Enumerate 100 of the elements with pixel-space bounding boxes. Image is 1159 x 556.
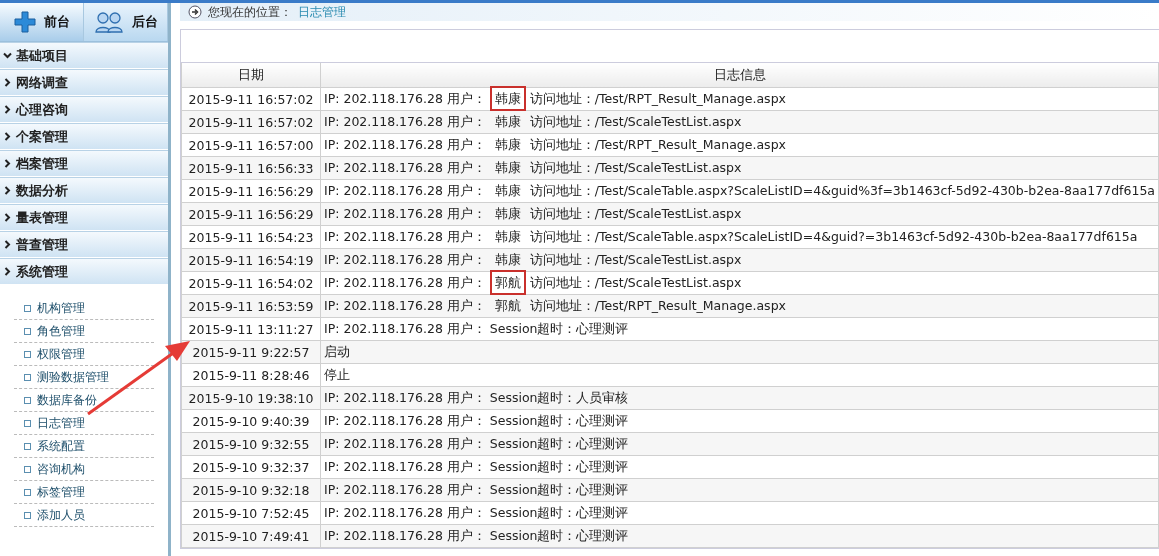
log-text: IP: 202.118.176.28 用户： — [324, 251, 486, 267]
chevron-right-icon — [3, 78, 12, 87]
submenu-item[interactable]: 角色管理 — [14, 320, 154, 343]
log-text: 访问地址：/Test/RPT_Result_Manage.aspx — [529, 90, 786, 106]
nav-tab[interactable]: 后台 — [84, 3, 168, 41]
log-text: 访问地址：/Test/ScaleTestList.aspx — [529, 159, 742, 175]
square-bullet-icon — [24, 304, 31, 312]
submenu-item[interactable]: 咨询机构 — [14, 458, 154, 481]
plus-icon — [13, 11, 36, 33]
user-name: 韩康 — [489, 85, 526, 111]
log-text: IP: 202.118.176.28 用户： — [324, 274, 486, 290]
log-text: 访问地址：/Test/ScaleTestList.aspx — [529, 205, 742, 221]
log-text: IP: 202.118.176.28 用户： — [324, 90, 486, 106]
user-name: 韩康 — [493, 135, 522, 154]
log-text: 访问地址：/Test/ScaleTestList.aspx — [529, 251, 742, 267]
sidebar-menu-item[interactable]: 档案管理 — [0, 150, 168, 177]
submenu-item[interactable]: 数据库备份 — [14, 389, 154, 412]
submenu-item[interactable]: 机构管理 — [14, 297, 154, 320]
log-text: 访问地址：/Test/ScaleTestList.aspx — [529, 274, 742, 290]
log-text: IP: 202.118.176.28 用户： — [324, 159, 486, 175]
breadcrumb-link[interactable]: 日志管理 — [298, 3, 346, 21]
breadcrumb-label: 您现在的位置： — [208, 3, 292, 21]
date-cell: 2015-9-10 9:32:18 — [181, 478, 321, 502]
chevron-right-icon — [3, 105, 12, 114]
log-text: 访问地址：/Test/RPT_Result_Manage.aspx — [529, 136, 786, 152]
sidebar-menu-item[interactable]: 网络调查 — [0, 69, 168, 96]
date-cell: 2015-9-10 7:49:41 — [181, 524, 321, 548]
nav-tab[interactable]: 前台 — [0, 3, 84, 41]
date-cell: 2015-9-11 16:56:33 — [181, 156, 321, 180]
sidebar-menu-item[interactable]: 普查管理 — [0, 231, 168, 258]
sidebar-menu-item[interactable]: 量表管理 — [0, 204, 168, 231]
chevron-right-icon — [3, 132, 12, 141]
chevron-down-icon — [3, 51, 12, 60]
log-cell: 启动 — [320, 340, 1159, 364]
arrow-circle-icon — [188, 5, 202, 19]
date-cell: 2015-9-11 16:56:29 — [181, 202, 321, 226]
submenu-item[interactable]: 日志管理 — [14, 412, 154, 435]
sidebar-menu-item[interactable]: 个案管理 — [0, 123, 168, 150]
chevron-right-icon — [3, 267, 12, 276]
log-cell: 停止 — [320, 363, 1159, 387]
date-cell: 2015-9-11 13:11:27 — [181, 317, 321, 341]
submenu-item[interactable]: 添加人员 — [14, 504, 154, 527]
submenu-item[interactable]: 测验数据管理 — [14, 366, 154, 389]
date-cell: 2015-9-11 16:53:59 — [181, 294, 321, 318]
column-header: 日期 — [181, 63, 321, 88]
date-cell: 2015-9-10 19:38:10 — [181, 386, 321, 410]
log-cell: IP: 202.118.176.28 用户： Session超时：心理测评 — [320, 409, 1159, 433]
user-name: 韩康 — [493, 250, 522, 269]
date-cell: 2015-9-11 16:57:02 — [181, 110, 321, 134]
user-name: 韩康 — [493, 181, 522, 200]
date-cell: 2015-9-10 7:52:45 — [181, 501, 321, 525]
user-name: 韩康 — [493, 227, 522, 246]
log-cell: IP: 202.118.176.28 用户： Session超时：人员审核 — [320, 386, 1159, 410]
date-cell: 2015-9-11 16:57:02 — [181, 87, 321, 111]
log-text: 访问地址：/Test/ScaleTable.aspx?ScaleListID=4&guid%3f=3b1463cf-5d92-430b-b2ea-8aa177df615a — [529, 182, 1155, 198]
log-text: IP: 202.118.176.28 用户： — [324, 136, 486, 152]
log-cell: IP: 202.118.176.28 用户： Session超时：心理测评 — [320, 478, 1159, 502]
square-bullet-icon — [24, 327, 31, 335]
log-cell: IP: 202.118.176.28 用户： Session超时：心理测评 — [320, 501, 1159, 525]
log-text: IP: 202.118.176.28 用户： — [324, 182, 486, 198]
date-cell: 2015-9-11 16:54:23 — [181, 225, 321, 249]
user-name: 韩康 — [493, 112, 522, 131]
submenu-item[interactable]: 标签管理 — [14, 481, 154, 504]
chevron-right-icon — [3, 186, 12, 195]
square-bullet-icon — [24, 465, 31, 473]
chevron-right-icon — [3, 159, 12, 168]
submenu-item[interactable]: 权限管理 — [14, 343, 154, 366]
log-cell: IP: 202.118.176.28 用户： Session超时：心理测评 — [320, 455, 1159, 479]
user-name: 韩康 — [493, 158, 522, 177]
log-text: 访问地址：/Test/ScaleTable.aspx?ScaleListID=4&guid?=3b1463cf-5d92-430b-b2ea-8aa177df615a — [529, 228, 1138, 244]
date-cell: 2015-9-11 16:56:29 — [181, 179, 321, 203]
sidebar-menu-item[interactable]: 系统管理 — [0, 258, 168, 285]
square-bullet-icon — [24, 511, 31, 519]
log-text: 访问地址：/Test/ScaleTestList.aspx — [529, 113, 742, 129]
sidebar-menu-item[interactable]: 基础项目 — [0, 42, 168, 69]
square-bullet-icon — [24, 396, 31, 404]
user-name: 韩康 — [493, 204, 522, 223]
log-text: IP: 202.118.176.28 用户： — [324, 228, 486, 244]
date-cell: 2015-9-11 16:54:02 — [181, 271, 321, 295]
date-cell: 2015-9-10 9:40:39 — [181, 409, 321, 433]
chevron-right-icon — [3, 240, 12, 249]
square-bullet-icon — [24, 419, 31, 427]
date-cell: 2015-9-11 16:54:19 — [181, 248, 321, 272]
users-icon — [93, 11, 124, 33]
date-cell: 2015-9-11 8:28:46 — [181, 363, 321, 387]
submenu-item[interactable]: 系统配置 — [14, 435, 154, 458]
date-cell: 2015-9-11 16:57:00 — [181, 133, 321, 157]
sidebar-menu-item[interactable]: 数据分析 — [0, 177, 168, 204]
column-header: 日志信息 — [320, 63, 1159, 88]
log-text: IP: 202.118.176.28 用户： — [324, 113, 486, 129]
sidebar-menu-item[interactable]: 心理咨询 — [0, 96, 168, 123]
date-cell: 2015-9-10 9:32:37 — [181, 455, 321, 479]
log-text: IP: 202.118.176.28 用户： — [324, 297, 486, 313]
user-name: 郭航 — [493, 296, 522, 315]
log-text: IP: 202.118.176.28 用户： — [324, 205, 486, 221]
user-name: 郭航 — [489, 269, 526, 295]
log-text: 访问地址：/Test/RPT_Result_Manage.aspx — [529, 297, 786, 313]
log-cell: IP: 202.118.176.28 用户： Session超时：心理测评 — [320, 524, 1159, 548]
square-bullet-icon — [24, 488, 31, 496]
chevron-right-icon — [3, 213, 12, 222]
